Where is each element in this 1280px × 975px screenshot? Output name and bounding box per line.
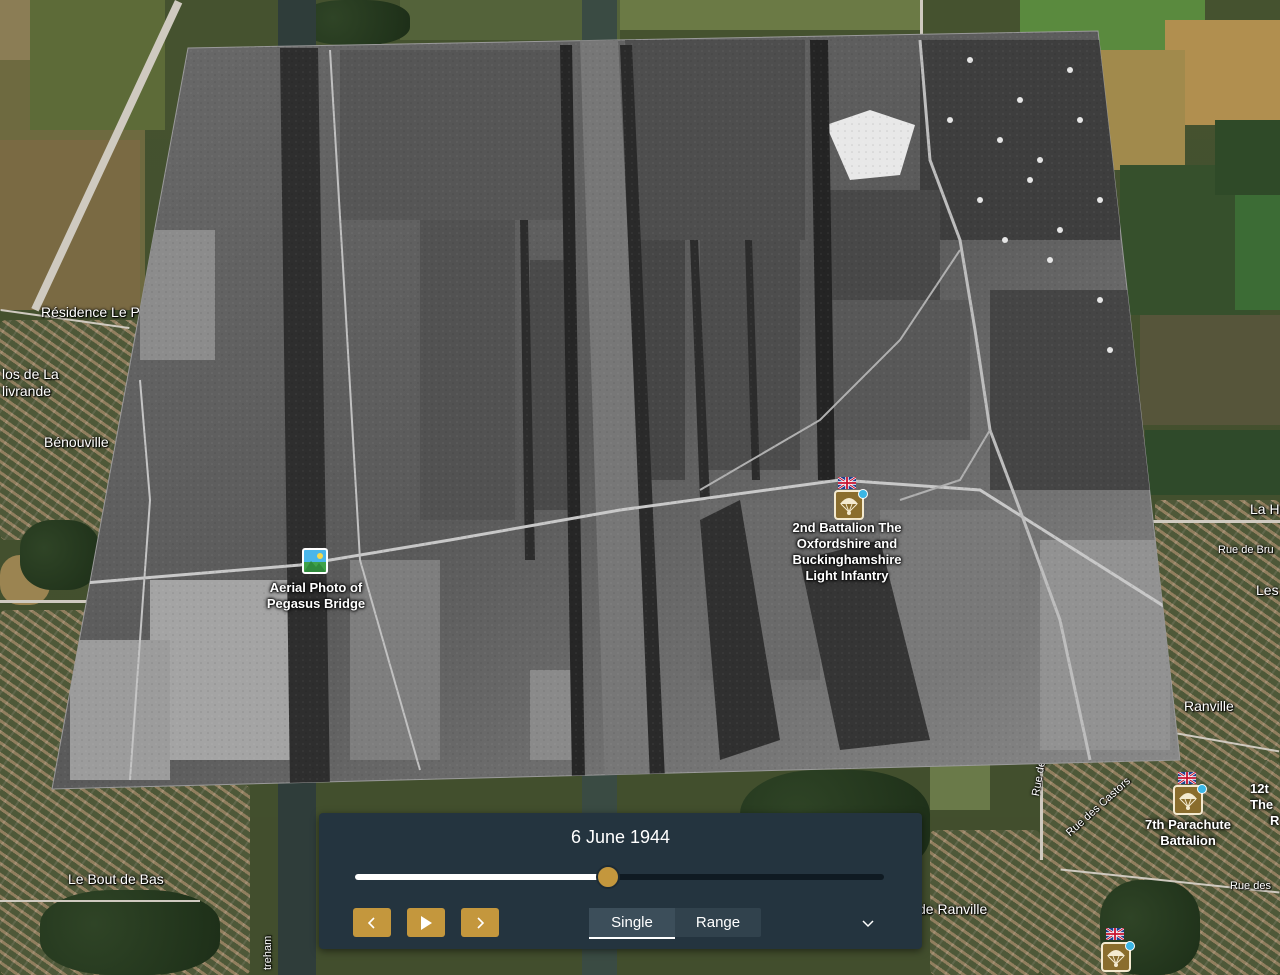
- map-label-residence: Résidence Le P: [41, 304, 140, 320]
- marker-status-dot: [858, 489, 868, 499]
- road: [920, 0, 923, 60]
- village-area: [1155, 500, 1280, 760]
- battalion-12th-label-line3: R: [1270, 813, 1280, 828]
- map-label-rue-de-bru: Rue de Bru: [1218, 544, 1274, 556]
- battalion-12th-label[interactable]: 12t The R: [1250, 781, 1280, 829]
- time-mode-toggle: Single Range: [589, 908, 761, 939]
- union-jack-flag-icon: [1178, 772, 1196, 784]
- battalion-2nd-label-line4: Light Infantry: [805, 568, 889, 583]
- map-label-les: Les: [1256, 582, 1279, 598]
- time-slider-track[interactable]: [355, 865, 884, 889]
- map-label-ranville: Ranville: [1184, 698, 1234, 714]
- battalion-2nd-marker[interactable]: [832, 477, 868, 523]
- map-label-ouistreham: treham: [262, 935, 274, 970]
- expand-panel-button[interactable]: [857, 912, 879, 934]
- map-label-la-h: La H: [1250, 501, 1280, 517]
- map-label-livrande: livrande: [2, 383, 52, 399]
- battalion-12th-label-line1: 12t: [1250, 781, 1269, 796]
- farm-field: [1140, 315, 1280, 425]
- play-icon: [421, 915, 432, 930]
- village-area: [0, 320, 140, 540]
- chevron-left-icon: [367, 916, 375, 929]
- road: [0, 900, 200, 902]
- next-button[interactable]: [461, 908, 499, 937]
- farm-field: [620, 0, 920, 30]
- farm-field: [1215, 120, 1280, 195]
- forest-area: [20, 520, 100, 590]
- battalion-7th-label[interactable]: 7th Parachute Battalion: [1128, 817, 1248, 849]
- union-jack-flag-icon: [838, 477, 856, 489]
- marker-status-dot: [1197, 784, 1207, 794]
- chevron-right-icon: [477, 916, 485, 929]
- time-slider-thumb[interactable]: [596, 865, 621, 889]
- map-label-rue-des: Rue des: [1230, 880, 1271, 892]
- battalion-2nd-label[interactable]: 2nd Battalion The Oxfordshire and Buckin…: [772, 520, 922, 584]
- farm-field: [1235, 195, 1280, 310]
- battalion-2nd-label-line3: Buckinghamshire: [792, 552, 902, 567]
- farm-field: [1100, 50, 1185, 170]
- battalion-7th-label-line2: Battalion: [1160, 833, 1216, 848]
- mode-range-button[interactable]: Range: [675, 908, 761, 937]
- photo-marker-label[interactable]: Aerial Photo of Pegasus Bridge: [256, 580, 376, 612]
- battalion-7th-label-line1: 7th Parachute: [1145, 817, 1231, 832]
- bottom-battalion-marker[interactable]: [1099, 928, 1135, 975]
- mode-single-button[interactable]: Single: [589, 908, 675, 939]
- forest-area: [40, 890, 220, 975]
- farm-field: [1145, 430, 1280, 495]
- image-icon-glyph: [304, 553, 326, 572]
- union-jack-flag-icon: [1106, 928, 1124, 940]
- image-icon: [302, 548, 328, 574]
- play-button[interactable]: [407, 908, 445, 937]
- map-label-le-bout-de-bas: Le Bout de Bas: [68, 871, 164, 887]
- farm-field: [930, 760, 990, 810]
- road: [1150, 520, 1280, 523]
- current-date-label: 6 June 1944: [570, 827, 671, 847]
- forest-area: [300, 0, 410, 45]
- canal: [278, 0, 316, 975]
- photo-marker-label-line1: Aerial Photo of: [269, 580, 363, 595]
- battalion-12th-label-line2: The: [1250, 797, 1274, 812]
- chevron-down-icon: [862, 920, 874, 928]
- battalion-7th-marker[interactable]: [1171, 772, 1207, 818]
- previous-button[interactable]: [353, 908, 391, 937]
- map-label-clos-de-la: los de La: [2, 366, 59, 382]
- map-label-de-ranville: de Ranville: [918, 901, 988, 917]
- photo-marker[interactable]: [302, 548, 330, 576]
- time-slider-fill: [355, 874, 609, 880]
- map-label-benouville: Bénouville: [44, 434, 109, 450]
- time-slider-panel: 6 June 1944 Single Range: [319, 813, 922, 949]
- battalion-2nd-label-line2: Oxfordshire and: [796, 536, 898, 551]
- marker-status-dot: [1125, 941, 1135, 951]
- battalion-2nd-label-line1: 2nd Battalion The: [792, 520, 902, 535]
- photo-marker-label-line2: Pegasus Bridge: [266, 596, 366, 611]
